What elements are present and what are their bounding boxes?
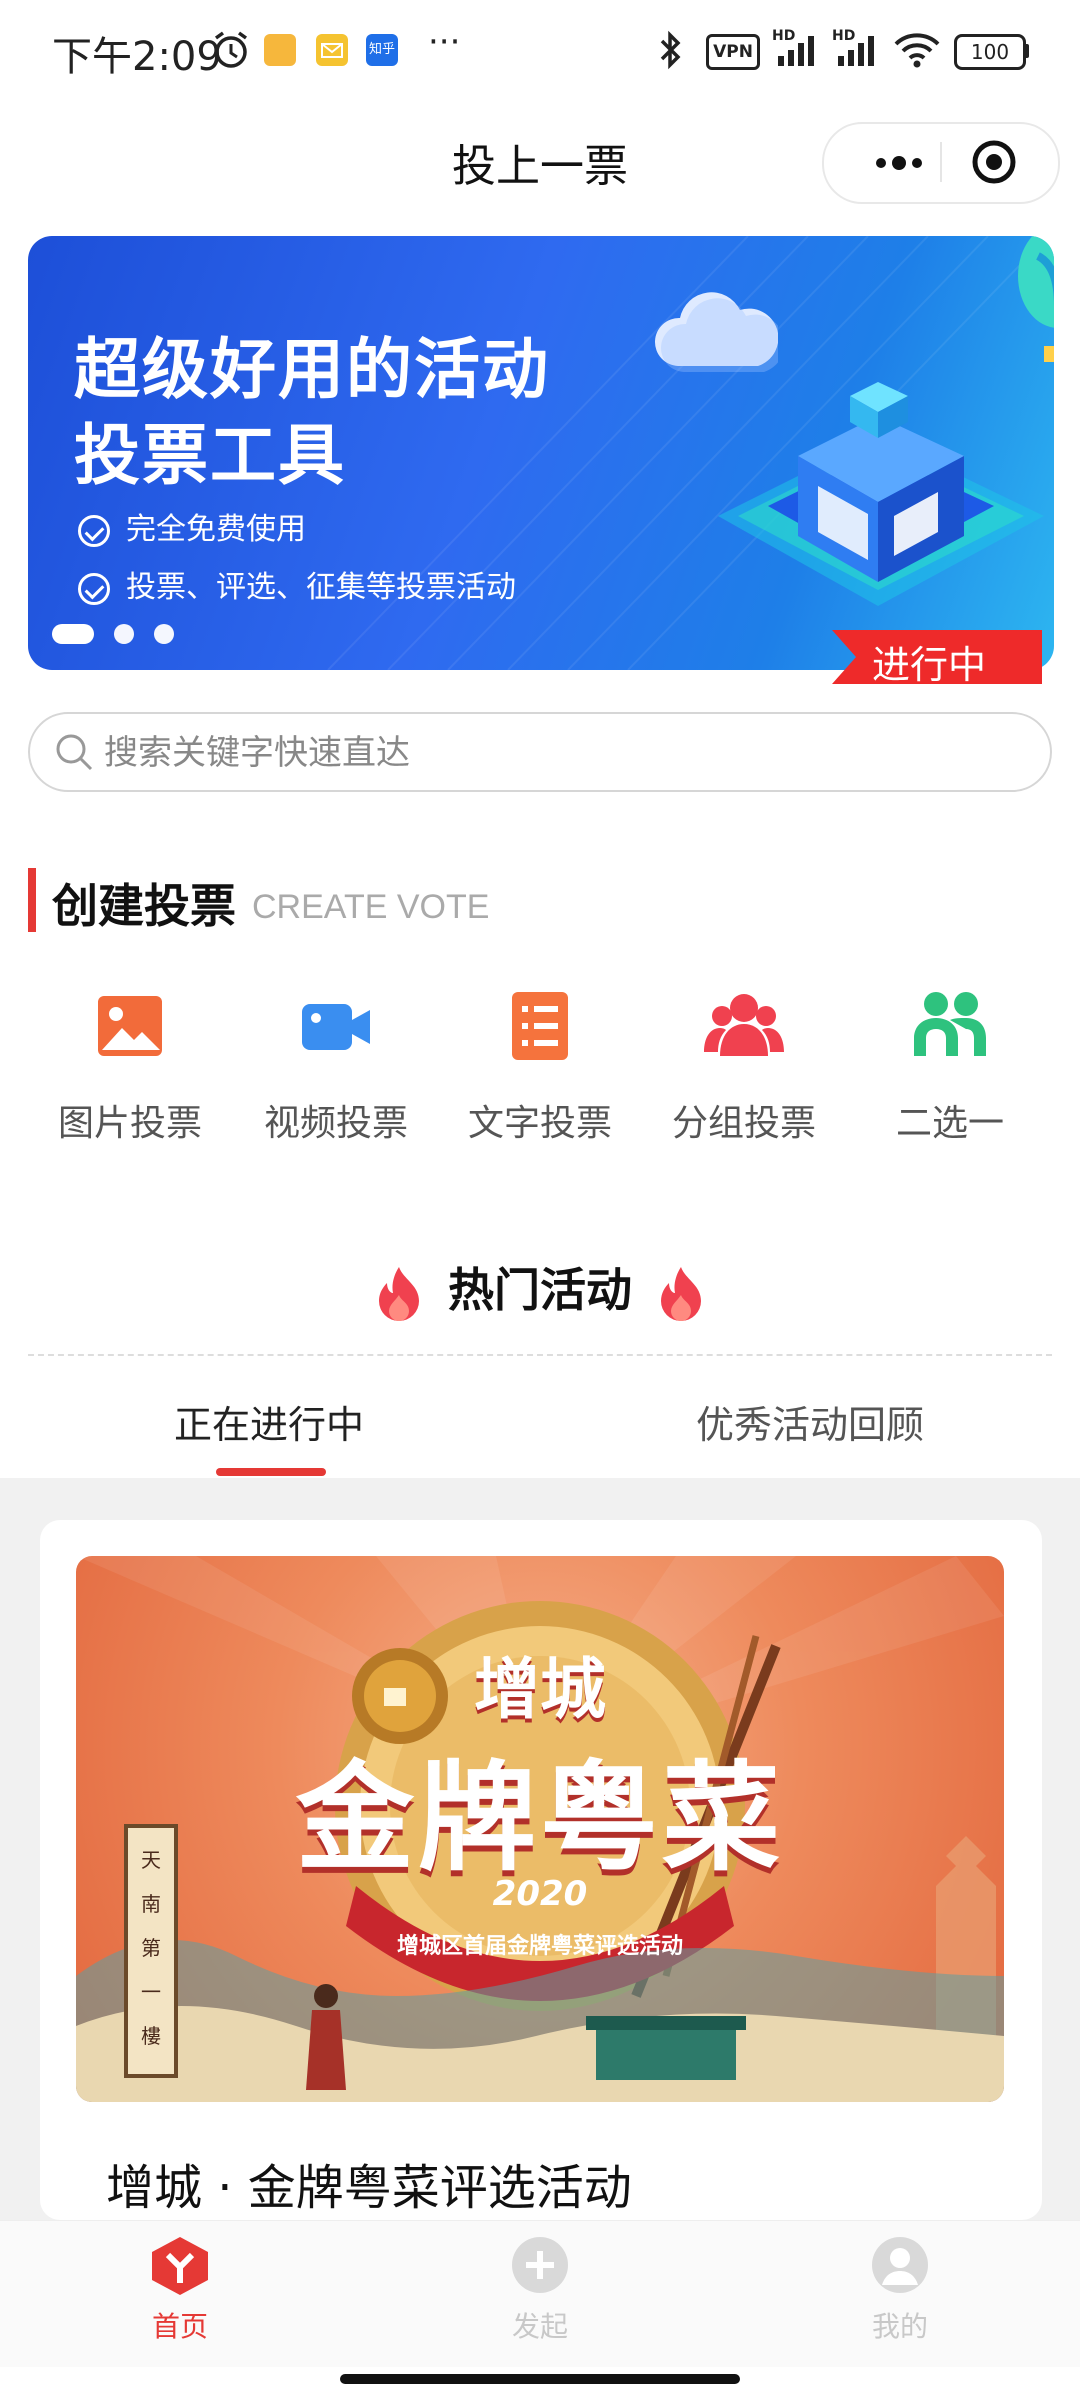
vpn-icon: VPN [706,34,760,70]
vote-type-text[interactable]: 文字投票 [440,990,640,1144]
profile-icon [872,2237,928,2293]
add-circle-icon [512,2237,568,2293]
vote-type-group[interactable]: 分组投票 [644,990,844,1144]
notes-app-icon [264,34,296,66]
carousel-dot[interactable] [114,624,134,644]
two-people-icon [914,992,986,1056]
more-notifications-icon: ··· [428,22,461,62]
activity-title[interactable]: 增城 · 金牌粤菜评选活动 [106,2148,632,2218]
vote-type-label: 分组投票 [671,1103,816,1144]
home-logo-icon [152,2237,208,2295]
video-camera-icon [302,1004,370,1050]
status-time: 下午2:09 [52,34,222,80]
poster-year: 2020 [492,1874,588,1914]
check-circle-icon [78,514,110,547]
ballot-box-illustration [718,382,1044,606]
banner-feature-1: 完全免费使用 [78,504,306,548]
poster-ribbon-text: 增城区首届金牌粤菜评选活动 [396,1934,683,1959]
text-list-icon [512,992,568,1060]
vote-type-label: 图片投票 [57,1103,202,1144]
more-dots-icon [876,156,922,170]
home-indicator[interactable] [340,2374,740,2384]
target-close-icon [972,140,1016,184]
create-vote-title: 创建投票 [52,879,236,933]
check-circle-icon [78,572,110,605]
banner-headline-2: 投票工具 [74,417,346,494]
battery-tip [1024,44,1029,58]
active-tab-indicator [216,1468,326,1476]
status-badge: 进行中 [832,630,1042,687]
status-badge-text: 进行中 [872,643,987,687]
tab-home[interactable]: 首页 [80,2221,280,2367]
fire-icon [661,1266,701,1321]
search-input[interactable] [102,724,1006,782]
signal-icon [778,36,814,66]
tab-review[interactable]: 优秀活动回顾 [696,1394,924,1449]
banner-feature-2-text: 投票、评选、征集等投票活动 [126,570,516,605]
carousel-dot-active[interactable] [52,624,94,644]
tab-ongoing[interactable]: 正在进行中 [174,1394,364,1449]
battery-icon: 100 [954,34,1026,70]
status-bar: 下午2:09 知乎 ··· VPN HD HD 100 [0,0,1080,100]
vote-type-label: 二选一 [895,1103,1004,1144]
fire-icon [379,1266,419,1321]
mail-app-icon [316,34,348,66]
group-icon [704,994,784,1056]
tab-create[interactable]: 发起 [440,2221,640,2367]
close-mini-program-button[interactable] [964,134,1024,190]
wifi-icon [894,33,940,68]
hot-activities-header: 热门活动 [0,1254,1080,1323]
poster-title-line-2: 金牌粤菜 [295,1749,784,1887]
tab-profile-label: 我的 [871,2310,928,2343]
vote-type-label: 视频投票 [263,1103,408,1144]
mini-program-capsule [822,122,1060,204]
bottom-tab-bar: 首页 发起 我的 [0,2220,1080,2367]
search-icon [56,734,93,771]
vote-type-two-choice[interactable]: 二选一 [850,990,1050,1144]
vote-type-image[interactable]: 图片投票 [30,990,230,1144]
image-icon [98,996,162,1056]
carousel-dot[interactable] [154,624,174,644]
activity-card[interactable]: 增城 金牌粤菜 2020 增城区首届金牌粤菜评选活动 天南第一樓 增城 · 金牌… [40,1520,1042,2220]
zhihu-app-icon: 知乎 [366,34,398,66]
promo-banner[interactable]: 超级好用的活动 投票工具 完全免费使用 投票、评选、征集等投票活动 [28,236,1054,670]
capsule-divider [940,142,942,182]
vote-type-label: 文字投票 [467,1103,612,1144]
section-accent-bar [28,868,36,932]
signal-icon-2 [838,36,874,66]
bluetooth-icon [660,30,681,70]
vote-type-video[interactable]: 视频投票 [236,990,436,1144]
activity-poster[interactable]: 增城 金牌粤菜 2020 增城区首届金牌粤菜评选活动 天南第一樓 [76,1556,1004,2102]
hot-activities-title: 热门活动 [448,1263,632,1317]
more-menu-button[interactable] [854,138,944,188]
create-vote-subtitle: CREATE VOTE [252,888,490,926]
banner-feature-2: 投票、评选、征集等投票活动 [78,562,516,606]
section-divider [28,1354,1052,1356]
banner-feature-1-text: 完全免费使用 [126,512,306,547]
banner-headline-1: 超级好用的活动 [74,331,550,408]
search-bar[interactable] [28,712,1052,792]
tab-profile[interactable]: 我的 [800,2221,1000,2367]
tab-home-label: 首页 [151,2310,208,2343]
poster-signboard-text: 天南第一樓 [141,1848,161,2048]
tab-create-label: 发起 [511,2310,568,2343]
alarm-icon [214,31,248,68]
poster-title-line-1: 增城 [474,1651,606,1728]
